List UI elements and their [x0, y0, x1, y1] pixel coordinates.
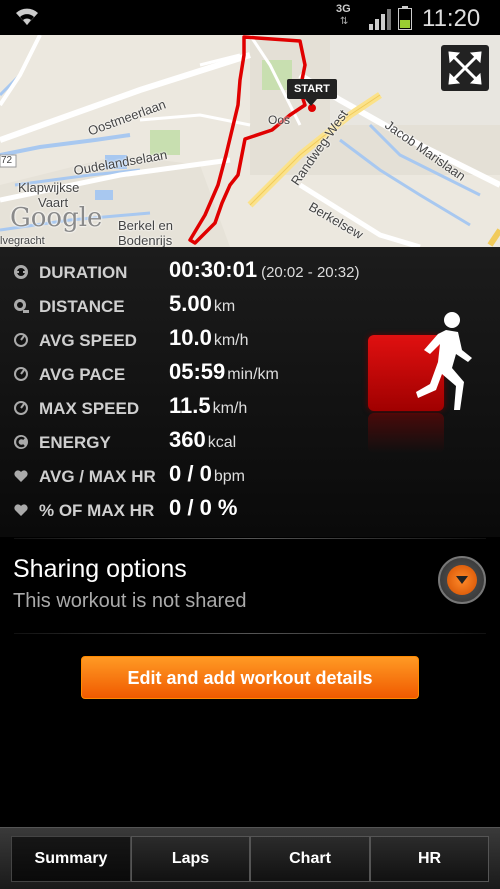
stat-value: 00:30:01 (20:02 - 20:32) [169, 257, 359, 283]
stat-value: 360 kcal [169, 427, 236, 453]
duration-icon [14, 265, 28, 279]
avg-speed-value: 10.0 [169, 325, 212, 350]
stat-label: DURATION [39, 263, 128, 282]
stat-value: 5.00 km [169, 291, 235, 317]
stat-label: AVG SPEED [39, 331, 137, 350]
avg-speed-unit: km/h [213, 332, 249, 349]
stat-value: 0 / 0 % [169, 495, 237, 521]
stat-duration: DURATION 00:30:01 (20:02 - 20:32) [0, 256, 380, 290]
clock: 11:20 [422, 5, 481, 32]
stat-label: ENERGY [39, 433, 111, 452]
stat-avg-pace: AVG PACE 05:59 min/km [0, 358, 380, 392]
divider [14, 633, 486, 634]
stat-label: AVG / MAX HR [39, 467, 156, 486]
energy-icon [14, 435, 28, 449]
duration-value: 00:30:01 [169, 257, 258, 282]
distance-icon [14, 299, 29, 313]
stat-value: 11.5 km/h [169, 393, 247, 419]
tab-summary[interactable]: Summary [11, 836, 131, 882]
stat-avg-speed: AVG SPEED 10.0 km/h [0, 324, 380, 358]
battery-icon [398, 6, 412, 30]
avg-max-hr-value: 0 / 0 [169, 461, 212, 486]
tab-bar: Summary Laps Chart HR [0, 827, 500, 889]
fullscreen-button[interactable] [441, 45, 489, 91]
signal-icon [369, 9, 391, 30]
running-icon [416, 312, 472, 410]
avg-pace-unit: min/km [227, 366, 279, 383]
pct-max-hr-value: 0 / 0 % [169, 495, 238, 520]
speedometer-icon [14, 401, 28, 415]
map-place-label: lvegracht [0, 235, 45, 247]
stat-label: % OF MAX HR [39, 501, 155, 520]
map-place-label: Berkel en [118, 218, 173, 233]
map-place-label: Klapwijkse [18, 180, 80, 195]
energy-value: 360 [169, 427, 206, 452]
max-speed-value: 11.5 [169, 393, 211, 418]
speedometer-icon [14, 367, 28, 381]
energy-unit: kcal [207, 434, 237, 451]
distance-unit: km [213, 298, 236, 315]
status-bar: 3G ⇅ 11:20 [0, 0, 500, 35]
heart-icon [14, 470, 28, 482]
chevron-down-icon [447, 565, 477, 595]
start-marker[interactable]: START [287, 79, 337, 106]
tab-hr[interactable]: HR [370, 836, 489, 882]
avg-max-hr-unit: bpm [213, 468, 245, 485]
stat-avg-max-hr: AVG / MAX HR 0 / 0 bpm [0, 460, 380, 494]
tab-chart[interactable]: Chart [250, 836, 370, 882]
stat-value: 05:59 min/km [169, 359, 279, 385]
divider [14, 538, 486, 539]
stat-value: 0 / 0 bpm [169, 461, 245, 487]
stat-distance: DISTANCE 5.00 km [0, 290, 380, 324]
google-logo: Google [10, 203, 103, 233]
sharing-expand-button[interactable] [438, 556, 486, 604]
map-road-number: 72 [1, 155, 13, 166]
route-map[interactable]: Oostmeerlaan Oudelandselaan Randweg-West… [0, 35, 500, 247]
max-speed-unit: km/h [212, 400, 248, 417]
duration-range: (20:02 - 20:32) [261, 264, 360, 281]
stat-pct-max-hr: % OF MAX HR 0 / 0 % [0, 494, 380, 528]
stat-label: MAX SPEED [39, 399, 140, 418]
sharing-title[interactable]: Sharing options [13, 555, 187, 584]
map-place-label: Bodenrijs [118, 233, 173, 247]
distance-value: 5.00 [169, 291, 212, 316]
sharing-status: This workout is not shared [13, 590, 247, 612]
stat-label: DISTANCE [39, 297, 125, 316]
stat-label: AVG PACE [39, 365, 126, 384]
expand-icon [448, 51, 482, 85]
map-street-label: Oos [268, 113, 291, 127]
data-activity-icon: ⇅ [340, 16, 349, 27]
heart-icon [14, 504, 28, 516]
speedometer-icon [14, 333, 28, 347]
network-type: 3G [336, 3, 351, 15]
stat-value: 10.0 km/h [169, 325, 249, 351]
wifi-icon [16, 8, 38, 25]
workout-stats: DURATION 00:30:01 (20:02 - 20:32) DISTANC… [0, 247, 500, 537]
stat-max-speed: MAX SPEED 11.5 km/h [0, 392, 380, 426]
edit-workout-button[interactable]: Edit and add workout details [81, 656, 419, 699]
tab-laps[interactable]: Laps [131, 836, 250, 882]
stat-energy: ENERGY 360 kcal [0, 426, 380, 460]
avg-pace-value: 05:59 [169, 359, 226, 384]
